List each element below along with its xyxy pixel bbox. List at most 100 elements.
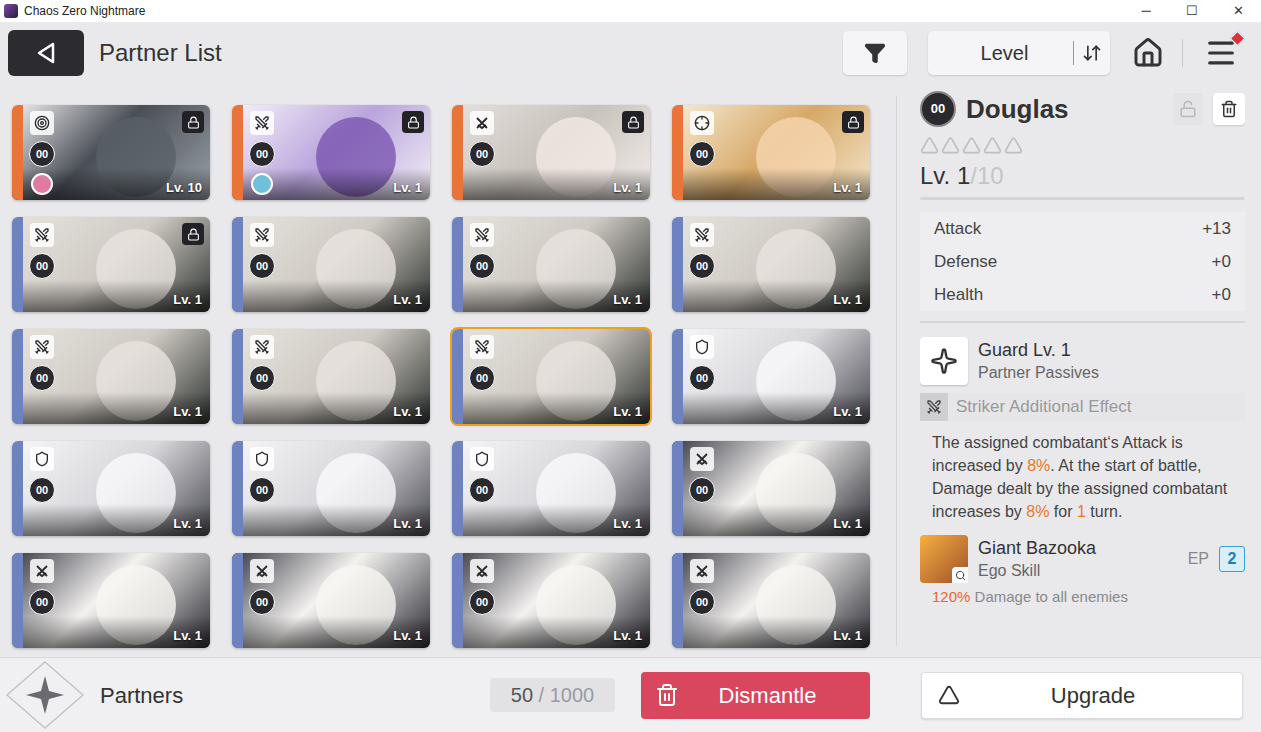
page-title: Partner List — [99, 35, 222, 71]
partner-card[interactable]: 00Lv. 1 — [232, 217, 430, 312]
lock-badge — [182, 111, 204, 133]
partner-card[interactable]: 00 Lv. 1 — [232, 105, 430, 200]
text-segment: 1 — [1077, 503, 1086, 520]
partner-card[interactable]: 00Lv. 1 — [452, 553, 650, 648]
grade-badge: 00 — [469, 141, 495, 167]
striker-icon — [34, 227, 50, 243]
partner-card[interactable]: 00Lv. 1 — [12, 329, 210, 424]
star-icon — [920, 136, 939, 155]
hunter-icon — [474, 115, 490, 131]
partner-card[interactable]: 00Lv. 1 — [12, 553, 210, 648]
delete-button[interactable] — [1213, 93, 1245, 125]
text-segment: 8% — [1026, 503, 1049, 520]
partner-card[interactable]: 00Lv. 1 — [12, 441, 210, 536]
home-button[interactable] — [1128, 33, 1168, 73]
window-control[interactable]: ─ — [1123, 0, 1169, 22]
header: Partner List Level — [0, 22, 1261, 84]
grade-badge: 00 — [689, 589, 715, 615]
striker-icon — [474, 339, 490, 355]
partner-card[interactable]: 00Lv. 1 — [232, 441, 430, 536]
rarity-stripe — [232, 553, 243, 648]
rarity-stripe — [12, 441, 23, 536]
card-level: Lv. 1 — [833, 403, 862, 421]
class-badge — [250, 111, 274, 135]
class-badge — [470, 223, 494, 247]
rarity-stripe — [672, 441, 683, 536]
class-badge — [250, 447, 274, 471]
striker-icon — [254, 227, 270, 243]
partner-card[interactable]: 00Lv. 1 — [232, 329, 430, 424]
lock-badge — [842, 111, 864, 133]
window-control[interactable]: ✕ — [1215, 0, 1261, 22]
grade-badge: 00 — [469, 589, 495, 615]
back-button[interactable] — [8, 30, 84, 76]
partner-card[interactable]: 00Lv. 1 — [672, 217, 870, 312]
partner-card[interactable]: 00Lv. 1 — [232, 553, 430, 648]
upgrade-button[interactable]: Upgrade — [921, 672, 1243, 719]
partner-card[interactable]: 00Lv. 10 — [12, 105, 210, 200]
partner-card[interactable]: 00 Lv. 1 — [452, 105, 650, 200]
sparkle-icon — [930, 347, 958, 375]
rarity-stripe — [672, 329, 683, 424]
rarity-stripe — [672, 105, 683, 200]
hunter-icon — [34, 563, 50, 579]
partner-grid: 00Lv. 10 00 Lv. 1 00 Lv. 1 00 Lv. 1 00 Lv. 1 00 Lv… — [0, 84, 896, 657]
rarity-stripe — [12, 105, 23, 200]
grade-badge: 00 — [29, 365, 55, 391]
lock-badge — [622, 111, 644, 133]
grade-badge: 00 — [469, 253, 495, 279]
vanguard-icon — [254, 451, 270, 467]
sort-button[interactable]: Level — [928, 31, 1110, 75]
ep-label: EP — [1188, 547, 1209, 571]
card-level: Lv. 1 — [393, 291, 422, 309]
passive-header: Guard Lv. 1Partner Passives — [920, 337, 1245, 385]
partner-card[interactable]: 00Lv. 1 — [672, 329, 870, 424]
dismantle-button[interactable]: Dismantle — [641, 672, 870, 719]
text-segment: for — [1049, 503, 1077, 520]
rarity-stripe — [672, 217, 683, 312]
grade-badge: 00 — [249, 141, 275, 167]
upgrade-icon — [938, 684, 960, 706]
hunter-icon — [474, 563, 490, 579]
panel-divider — [896, 96, 897, 646]
lock-badge — [402, 111, 424, 133]
lock-icon — [187, 116, 200, 129]
window-control[interactable]: ☐ — [1169, 0, 1215, 22]
partner-card[interactable]: 00Lv. 1 — [672, 553, 870, 648]
partner-card[interactable]: 00Lv. 1 — [672, 105, 870, 200]
effect-label: Striker Additional Effect — [956, 394, 1131, 420]
partner-card[interactable]: 00Lv. 1 — [452, 329, 650, 424]
grade-badge: 00 — [29, 253, 55, 279]
equipped-avatar — [251, 173, 273, 195]
class-badge — [30, 559, 54, 583]
grade-badge: 00 — [469, 477, 495, 503]
rarity-stripe — [12, 217, 23, 312]
grade-badge: 00 — [689, 253, 715, 279]
card-level: Lv. 1 — [613, 179, 642, 197]
striker-icon — [926, 399, 942, 415]
class-badge — [690, 111, 714, 135]
partner-card[interactable]: 00Lv. 1 — [672, 441, 870, 536]
class-badge — [690, 335, 714, 359]
class-badge — [690, 559, 714, 583]
class-badge — [250, 335, 274, 359]
card-level: Lv. 1 — [173, 627, 202, 645]
menu-button[interactable] — [1201, 33, 1241, 73]
partner-card[interactable]: 00Lv. 1 — [452, 441, 650, 536]
grade-badge: 00 — [249, 589, 275, 615]
hunter-icon — [694, 563, 710, 579]
class-badge — [470, 335, 494, 359]
card-level: Lv. 1 — [833, 515, 862, 533]
filter-button[interactable] — [843, 31, 907, 75]
equipped-avatar — [31, 173, 53, 195]
card-level: Lv. 1 — [393, 179, 422, 197]
rarity-stripe — [452, 441, 463, 536]
ego-skill-image — [920, 535, 968, 583]
lock-button[interactable] — [1173, 93, 1203, 125]
striker-icon — [474, 227, 490, 243]
partner-card[interactable]: 00Lv. 1 — [12, 217, 210, 312]
ego-type: Ego Skill — [978, 560, 1178, 582]
level-divider — [920, 197, 1245, 200]
partner-card[interactable]: 00Lv. 1 — [452, 217, 650, 312]
vanguard-icon — [694, 339, 710, 355]
